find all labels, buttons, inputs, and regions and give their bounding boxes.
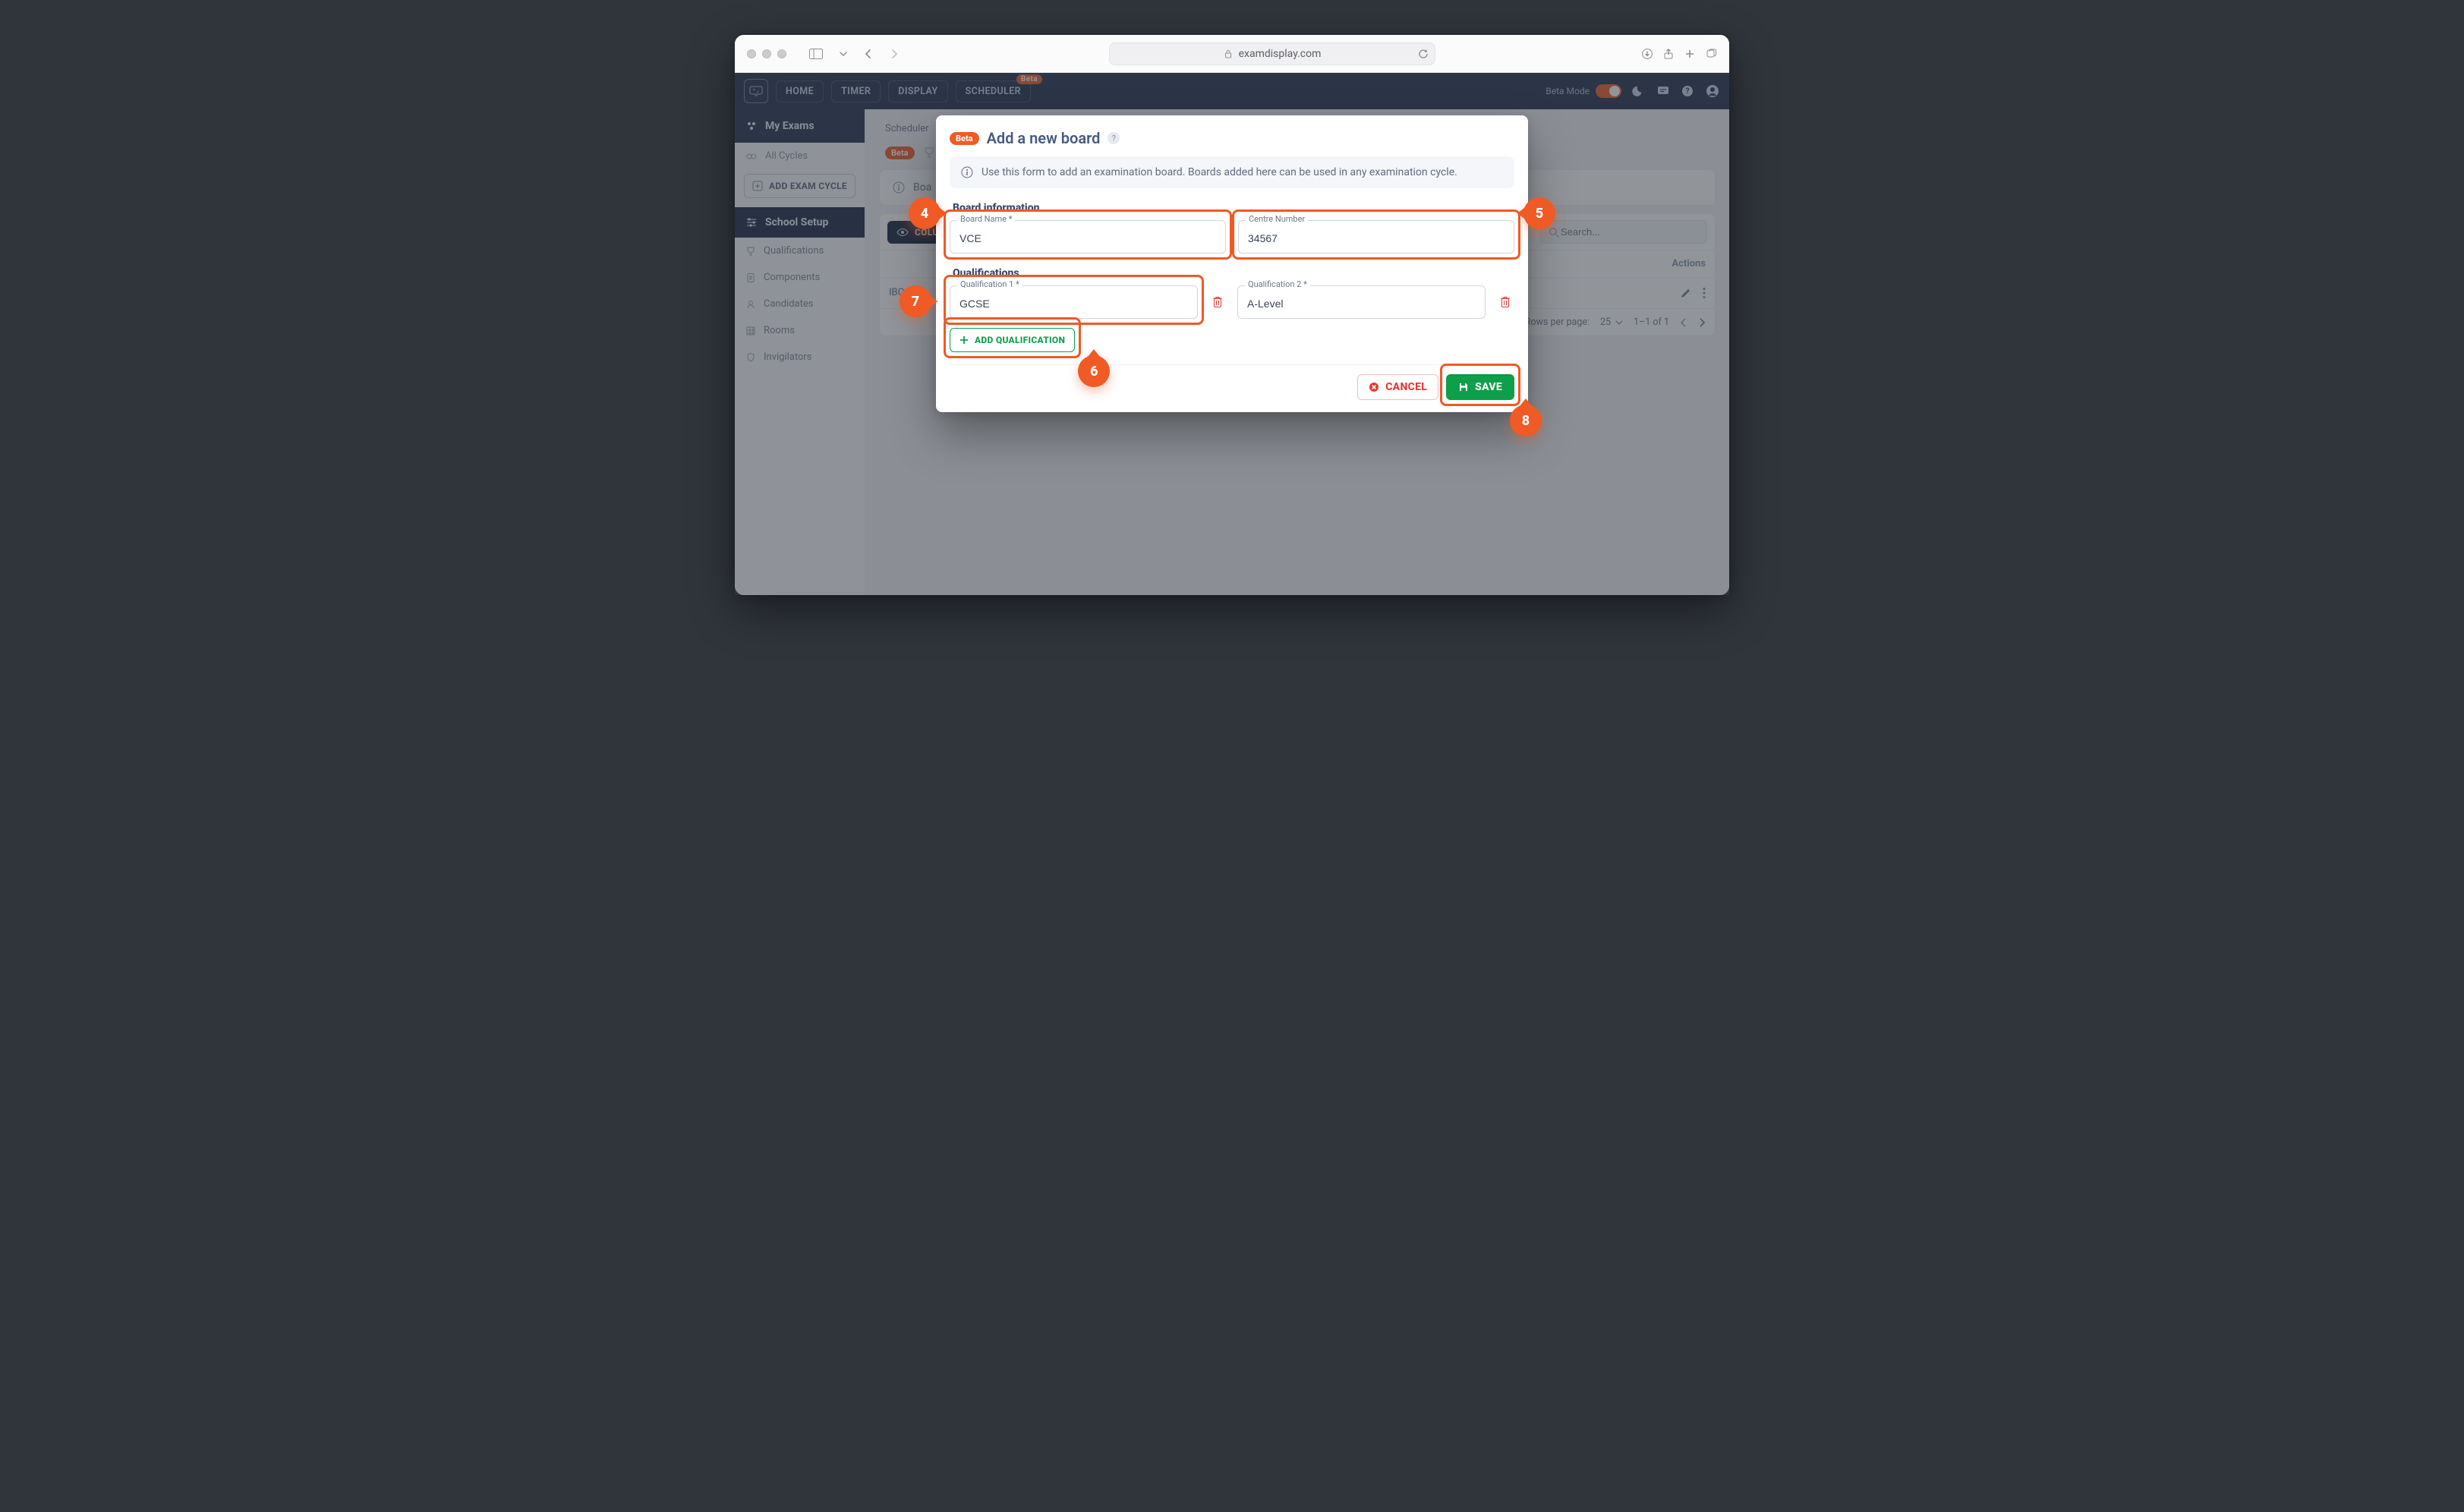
qualification-2-label: Qualification 2 * xyxy=(1245,279,1310,289)
add-qualification-label: ADD QUALIFICATION xyxy=(975,335,1065,345)
add-board-modal: Beta Add a new board ? Use this form to … xyxy=(936,115,1528,412)
save-label: SAVE xyxy=(1475,381,1502,393)
forward-icon[interactable] xyxy=(885,46,903,61)
qualification-2-input[interactable] xyxy=(1237,285,1486,319)
section-board-info: Board information xyxy=(953,202,1511,214)
qualification-2-field[interactable]: Qualification 2 * xyxy=(1237,285,1486,319)
anno-bubble-4: 4 xyxy=(909,197,941,229)
share-icon[interactable] xyxy=(1662,48,1675,60)
delete-qualification-2-icon[interactable] xyxy=(1496,295,1514,309)
refresh-icon[interactable] xyxy=(1418,49,1429,59)
anno-bubble-5: 5 xyxy=(1523,197,1555,229)
new-tab-icon[interactable] xyxy=(1684,48,1696,60)
download-icon[interactable] xyxy=(1641,48,1653,60)
board-name-field[interactable]: Board Name * xyxy=(950,220,1226,254)
modal-title: Add a new board xyxy=(987,129,1101,147)
delete-qualification-1-icon[interactable] xyxy=(1208,295,1227,309)
browser-chrome: examdisplay.com xyxy=(735,35,1729,73)
modal-beta-pill: Beta xyxy=(950,132,979,145)
anno-bubble-8: 8 xyxy=(1510,405,1542,436)
lock-icon xyxy=(1224,49,1233,58)
modal-info-text: Use this form to add an examination boar… xyxy=(982,166,1457,178)
qualification-1-field[interactable]: Qualification 1 * xyxy=(950,285,1198,319)
traffic-minimize[interactable] xyxy=(762,49,771,58)
cancel-label: CANCEL xyxy=(1385,381,1427,393)
qualification-1-label: Qualification 1 * xyxy=(957,279,1022,289)
traffic-lights xyxy=(747,49,786,58)
url-bar[interactable]: examdisplay.com xyxy=(1109,43,1435,65)
cancel-button[interactable]: CANCEL xyxy=(1357,374,1438,400)
centre-number-label: Centre Number xyxy=(1246,214,1308,224)
back-icon[interactable] xyxy=(859,46,878,61)
centre-number-field[interactable]: Centre Number xyxy=(1238,220,1514,254)
chevron-down-icon[interactable] xyxy=(835,47,852,61)
modal-info: Use this form to add an examination boar… xyxy=(950,156,1514,188)
traffic-zoom[interactable] xyxy=(777,49,786,58)
modal-help-icon[interactable]: ? xyxy=(1108,132,1120,144)
mac-window: examdisplay.com HOME TIMER DISPLAY SCHED… xyxy=(735,35,1729,595)
board-name-label: Board Name * xyxy=(957,214,1015,224)
board-name-input[interactable] xyxy=(950,220,1226,254)
plus-icon xyxy=(959,335,969,345)
app-root: HOME TIMER DISPLAY SCHEDULER Beta Beta M… xyxy=(735,73,1729,595)
save-icon xyxy=(1458,382,1469,392)
browser-right-tools xyxy=(1641,48,1717,60)
traffic-close[interactable] xyxy=(747,49,756,58)
qualification-1-input[interactable] xyxy=(950,285,1198,319)
anno-bubble-7: 7 xyxy=(900,285,931,317)
sidebar-toggle-icon[interactable] xyxy=(805,46,827,62)
section-qualifications: Qualifications xyxy=(953,267,1511,279)
centre-number-input[interactable] xyxy=(1238,220,1514,254)
save-button[interactable]: SAVE xyxy=(1446,374,1514,400)
anno-bubble-6: 6 xyxy=(1078,355,1110,387)
info-icon xyxy=(960,165,974,179)
url-domain: examdisplay.com xyxy=(1239,48,1322,60)
add-qualification-button[interactable]: ADD QUALIFICATION xyxy=(950,328,1075,352)
tabs-icon[interactable] xyxy=(1705,48,1717,60)
close-circle-icon xyxy=(1369,382,1379,392)
